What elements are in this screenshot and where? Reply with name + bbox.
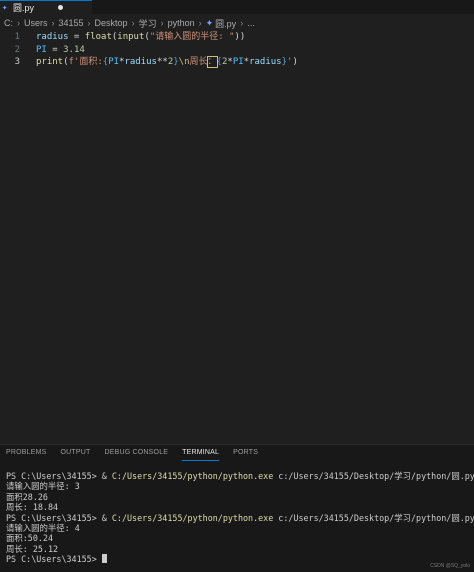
- chevron-right-icon: ›: [160, 18, 164, 28]
- breadcrumb-item[interactable]: 学习: [139, 17, 157, 30]
- code-token: f'面积:: [68, 57, 103, 67]
- terminal-prompt: PS C:\Users\34155> &: [6, 512, 112, 523]
- terminal-text: 请输入圆的半径: 3: [6, 481, 80, 492]
- code-token: PI: [232, 57, 244, 67]
- terminal-line: PS C:\Users\34155>: [6, 554, 474, 564]
- code-token: "请输入圆的半径: ": [149, 32, 235, 42]
- code-editor[interactable]: 1 radius = float(input("请输入圆的半径: ")) 2 PI =…: [0, 31, 474, 441]
- chevron-right-icon: ›: [131, 18, 135, 28]
- breadcrumb: C: › Users › 34155 › Desktop › 学习 › python › ✦ 圆.py ›.…: [0, 16, 474, 30]
- breadcrumb-item[interactable]: 34155: [59, 18, 84, 28]
- code-token: \n: [178, 57, 190, 67]
- tab-label: 圆.py: [13, 3, 35, 13]
- terminal-text: 面积28.26: [6, 491, 48, 502]
- terminal-prompt: PS C:\Users\34155> &: [6, 471, 112, 481]
- watermark: CSDN @SQ_yolo: [430, 563, 470, 569]
- tab-bar: ✦ 圆.py: [0, 0, 474, 14]
- code-token: **: [156, 57, 168, 67]
- terminal-command: C:/Users/34155/python/python.exe: [111, 471, 274, 481]
- terminal-line: PS C:\Users\34155> & C:/Users/34155/pyth…: [6, 513, 474, 523]
- terminal-output[interactable]: PS C:\Users\34155> & C:/Users/34155/pyth…: [6, 471, 474, 565]
- panel-tab-ports[interactable]: PORTS: [233, 449, 258, 461]
- breadcrumb-item[interactable]: C:: [4, 18, 13, 28]
- code-token: radius: [36, 32, 69, 42]
- chevron-right-icon: ›: [240, 18, 244, 28]
- chevron-right-icon: ›: [87, 18, 91, 28]
- line-number: 1: [14, 32, 20, 42]
- terminal-line: 面积28.26: [6, 492, 474, 502]
- breadcrumb-item[interactable]: python: [168, 18, 195, 28]
- code-token: 周长: [189, 57, 208, 67]
- line-number: 2: [14, 44, 20, 55]
- code-token: float: [84, 32, 112, 42]
- terminal-line: 面积:50.24: [6, 533, 474, 543]
- line-number: 3: [14, 57, 20, 67]
- breadcrumb-item[interactable]: 圆.py: [215, 17, 236, 30]
- terminal-cursor: [101, 554, 107, 564]
- python-file-icon: ✦: [2, 2, 8, 13]
- bottom-panel: PROBLEMS OUTPUT DEBUG CONSOLE TERMINAL PORTS…: [0, 444, 474, 572]
- code-token: =: [68, 32, 85, 42]
- unsaved-dot-icon[interactable]: [58, 5, 63, 10]
- terminal-line: 请输入圆的半径: 3: [6, 481, 474, 491]
- breadcrumb-item[interactable]: Users: [24, 18, 48, 28]
- terminal-text: 周长: 18.84: [6, 502, 59, 513]
- code-token: )): [234, 32, 246, 42]
- terminal-args: c:/Users/34155/Desktop/学习/python/圆.py: [273, 471, 474, 481]
- terminal-line: 周长: 18.84: [6, 502, 474, 512]
- panel-tab-terminal[interactable]: TERMINAL: [182, 449, 220, 461]
- code-token: PI: [36, 44, 47, 55]
- code-token: print: [36, 57, 64, 67]
- terminal-args: c:/Users/34155/Desktop/学习/python/圆.py: [273, 512, 474, 523]
- panel-tabs: PROBLEMS OUTPUT DEBUG CONSOLE TERMINAL PORTS: [0, 449, 266, 461]
- code-token: input: [117, 32, 145, 42]
- chevron-right-icon: ›: [51, 18, 55, 28]
- code-token: ：: [206, 56, 218, 68]
- code-token: radius: [124, 57, 157, 67]
- terminal-line: 请输入圆的半径: 4: [6, 523, 474, 533]
- editor-tab[interactable]: ✦ 圆.py: [0, 0, 92, 14]
- chevron-right-icon: ›: [17, 18, 20, 28]
- chevron-right-icon: ›: [198, 18, 202, 28]
- code-line[interactable]: 2 PI = 3.14: [0, 44, 85, 56]
- code-token: ): [292, 57, 298, 67]
- terminal-line: 周长: 25.12: [6, 544, 474, 554]
- panel-tab-debug-console[interactable]: DEBUG CONSOLE: [104, 449, 168, 461]
- terminal-command: C:/Users/34155/python/python.exe: [111, 512, 274, 523]
- panel-tab-output[interactable]: OUTPUT: [61, 449, 91, 461]
- terminal-text: 请输入圆的半径: 4: [6, 523, 80, 534]
- terminal-text: PS C:\Users\34155>: [6, 554, 102, 565]
- terminal-line: PS C:\Users\34155> & C:/Users/34155/pyth…: [6, 471, 474, 481]
- code-line[interactable]: 3 print(f'面积:{PI*radius**2}\n周长：{2*PI*rad…: [0, 56, 298, 68]
- terminal-text: 周长: 25.12: [6, 543, 59, 554]
- breadcrumb-item[interactable]: ...: [247, 18, 255, 28]
- panel-tab-problems[interactable]: PROBLEMS: [6, 449, 47, 461]
- terminal-text: 面积:50.24: [6, 533, 54, 544]
- python-file-icon: ✦: [205, 17, 214, 28]
- code-token: radius: [249, 57, 282, 67]
- code-token: =: [46, 44, 64, 55]
- code-token: 3.14: [63, 44, 85, 55]
- code-token: PI: [108, 57, 120, 67]
- breadcrumb-item[interactable]: Desktop: [95, 18, 128, 28]
- code-line[interactable]: 1 radius = float(input("请输入圆的半径: ")): [0, 31, 246, 43]
